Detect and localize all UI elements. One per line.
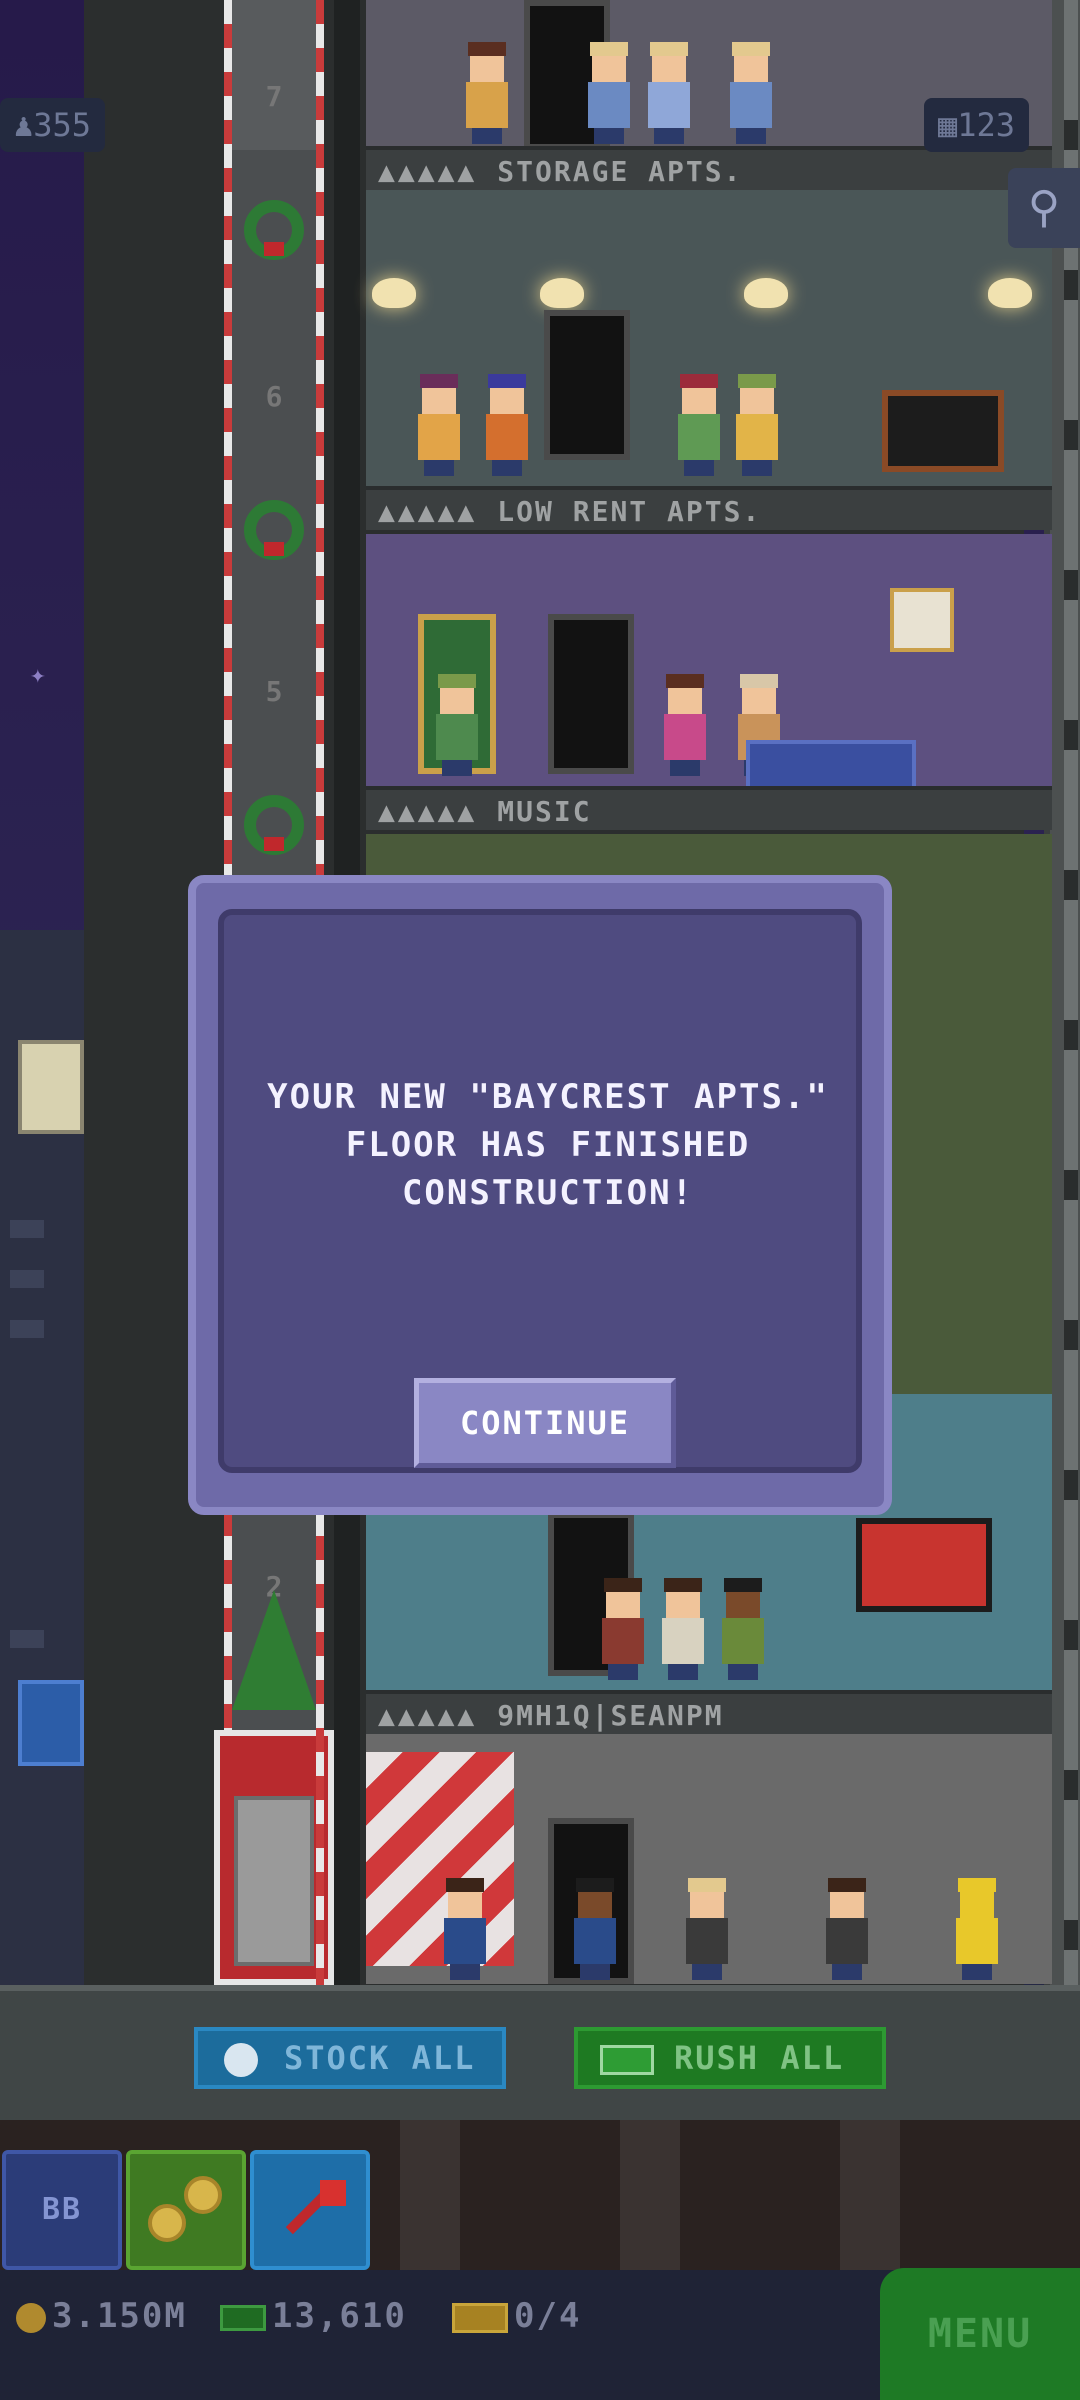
construction-complete-dialog: YOUR NEW "BAYCREST APTS." FLOOR HAS FINI…	[188, 875, 892, 1515]
bux-icon	[600, 2045, 654, 2075]
bux-stat: 13,610	[220, 2296, 407, 2336]
coins-tool-button[interactable]	[126, 2150, 246, 2270]
rush-all-button[interactable]: RUSH ALL	[574, 2027, 886, 2089]
coin-icon	[148, 2204, 186, 2242]
dialog-message: YOUR NEW "BAYCREST APTS." FLOOR HAS FINI…	[267, 1077, 829, 1213]
clock-icon	[224, 2043, 258, 2077]
coins-stat: 3.150M	[16, 2296, 187, 2336]
tickets-stat: 0/4	[452, 2296, 581, 2336]
tool-bar: BB	[0, 2120, 1080, 2270]
pin-tool-button[interactable]	[250, 2150, 370, 2270]
menu-button[interactable]: MENU	[880, 2268, 1080, 2400]
continue-button[interactable]: CONTINUE	[414, 1378, 676, 1468]
ticket-icon	[452, 2302, 508, 2333]
stock-all-button[interactable]: STOCK ALL	[194, 2027, 506, 2089]
bitbook-button[interactable]: BB	[2, 2150, 122, 2270]
coin-icon	[184, 2176, 222, 2214]
coin-icon	[16, 2302, 46, 2333]
bux-icon	[220, 2304, 266, 2331]
action-bar: STOCK ALL RUSH ALL	[0, 1985, 1080, 2120]
